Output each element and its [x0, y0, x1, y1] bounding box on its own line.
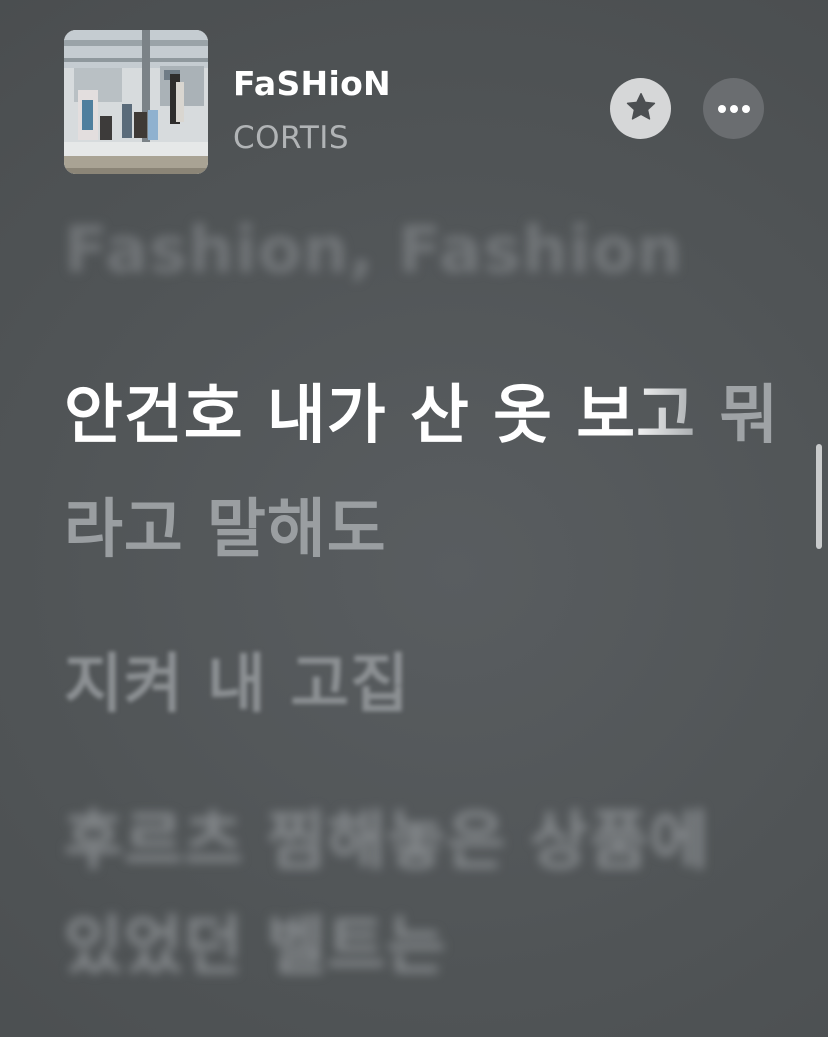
track-artist[interactable]: CORTIS: [233, 120, 349, 156]
favorite-button[interactable]: [610, 78, 671, 139]
lyric-line-upcoming[interactable]: 후르츠 찜해놓은 상품에: [64, 790, 709, 882]
more-options-button[interactable]: [703, 78, 764, 139]
lyric-line-current[interactable]: 안건호 내가 산 옷 보고 뭐: [64, 364, 779, 456]
lyric-line-current-continued[interactable]: 라고 말해도: [64, 478, 387, 570]
lyric-line-upcoming-continued[interactable]: 있었던 벨트는: [64, 895, 447, 987]
track-title[interactable]: FaSHioN: [233, 64, 391, 103]
lyrics-scrollbar[interactable]: [816, 444, 822, 549]
star-icon: [624, 90, 658, 128]
ellipsis-icon: [716, 99, 752, 118]
lyric-line-previous[interactable]: Fashion, Fashion: [64, 214, 683, 288]
lyric-line-next[interactable]: 지켜 내 고집: [64, 633, 410, 725]
album-artwork[interactable]: [64, 30, 208, 174]
